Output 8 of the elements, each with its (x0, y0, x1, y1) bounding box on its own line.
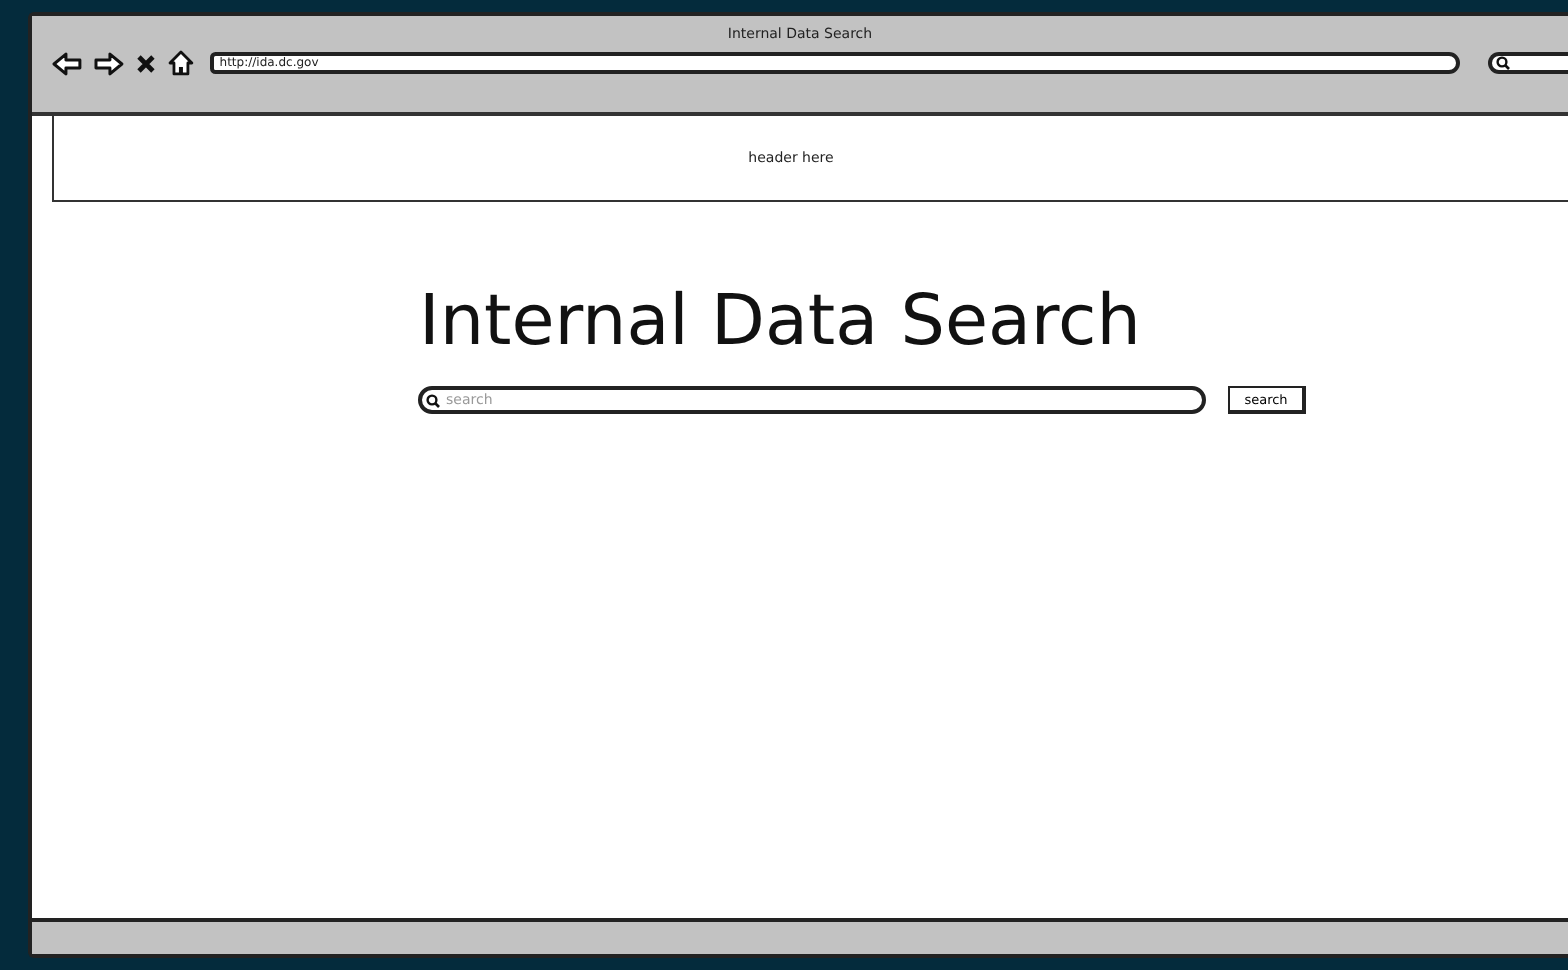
close-icon[interactable] (135, 53, 156, 73)
search-icon (1496, 56, 1511, 70)
back-icon[interactable] (52, 51, 82, 75)
search-icon (426, 393, 440, 407)
home-icon[interactable] (167, 50, 194, 76)
browser-search-field[interactable] (1488, 52, 1568, 74)
page-heading: Internal Data Search (417, 282, 1143, 362)
forward-icon[interactable] (93, 51, 124, 75)
